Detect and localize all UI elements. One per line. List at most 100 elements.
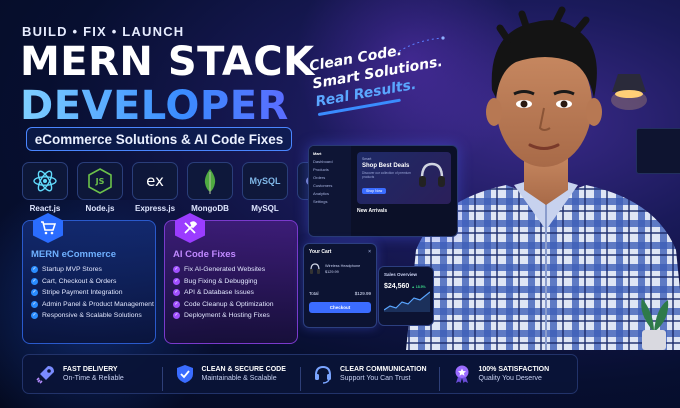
express-glyph: ex — [146, 172, 164, 190]
feature-subtitle: Quality You Deserve — [478, 375, 542, 382]
title-line-2: DEVELOPER — [20, 83, 289, 129]
title-line-1: MERN STACK — [20, 39, 315, 85]
feature-communication: CLEAR COMMUNICATION Support You Can Trust — [300, 363, 439, 391]
react-icon — [22, 162, 68, 200]
sidebar-item: Products — [313, 167, 329, 172]
checkout-button: Checkout — [309, 302, 371, 313]
mysql-icon: MySQL — [242, 162, 288, 200]
tech-label: Node.js — [85, 204, 115, 213]
desk-lamp-icon — [611, 74, 647, 110]
check-icon: ✓ — [31, 266, 38, 274]
list-item: ✓ API & Database Issues — [173, 289, 254, 297]
tech-express: ex Express.js — [132, 162, 178, 213]
tagline: BUILD • FIX • LAUNCH — [22, 24, 185, 39]
card-mern-ecommerce: MERN eCommerce ✓ Startup MVP Stores ✓ Cart… — [22, 213, 156, 344]
list-item: ✓ Fix AI-Generated Websites — [173, 266, 266, 274]
mysql-glyph: MySQL — [249, 176, 281, 186]
feature-subtitle: Maintainable & Scalable — [201, 375, 277, 382]
list-item: ✓ Stripe Payment Integration — [31, 289, 123, 297]
check-icon: ✓ — [173, 300, 180, 308]
feature-title: CLEAN & SECURE CODE — [201, 366, 286, 373]
list-item: ✓ Cart, Checkout & Orders — [31, 277, 117, 285]
cart-title: Your Cart — [309, 249, 332, 255]
list-item: ✓ Responsive & Scalable Solutions — [31, 312, 142, 320]
shop-dashboard-mockup: Mart Dashboard Products Orders Customers… — [308, 145, 458, 237]
feature-clean-code: CLEAN & SECURE CODE Maintainable & Scalab… — [161, 363, 301, 391]
sidebar-item: Orders — [313, 175, 326, 180]
subtitle-text: eCommerce Solutions & AI Code Fixes — [34, 131, 284, 147]
check-icon: ✓ — [173, 266, 180, 274]
cart-header: Your Cart × — [309, 249, 371, 255]
sidebar-item: Dashboard — [313, 159, 333, 164]
sales-overview-mockup: Sales Overview $24,560 ▲ 18.5% — [378, 266, 434, 326]
sales-value: $24,560 — [384, 283, 410, 290]
list-item: ✓ Bug Fixing & Debugging — [173, 277, 258, 285]
sales-change: ▲ 18.5% — [411, 285, 426, 289]
list-item: ✓ Deployment & Hosting Fixes — [173, 312, 270, 320]
cart-item-price: $129.99 — [325, 270, 339, 274]
cart-item-info: Wireless Headphone $129.99 — [325, 263, 360, 275]
mongodb-icon — [187, 162, 233, 200]
plant-icon — [641, 298, 669, 350]
feature-title: FAST DELIVERY — [63, 366, 118, 373]
subtitle-pill: eCommerce Solutions & AI Code Fixes — [26, 127, 292, 151]
card-title: MERN eCommerce — [31, 249, 116, 260]
headphones-icon — [419, 162, 445, 187]
check-icon: ✓ — [31, 277, 38, 285]
list-item: ✓ Startup MVP Stores — [31, 266, 102, 274]
promo-banner: Smart Shop Best Deals Discover our colle… — [357, 152, 451, 204]
svg-text:JS: JS — [95, 177, 105, 186]
feature-fast-delivery: FAST DELIVERY On-Time & Reliable — [23, 363, 162, 385]
sidebar-item: Settings — [313, 199, 328, 204]
background-monitor — [636, 128, 680, 174]
close-icon: × — [368, 249, 371, 255]
feature-subtitle: Support You Can Trust — [340, 375, 411, 382]
check-icon: ✓ — [31, 300, 38, 308]
card-feature-list: ✓ Startup MVP Stores ✓ Cart, Checkout & Or… — [31, 264, 154, 322]
check-icon: ✓ — [173, 312, 180, 320]
cart-mockup: Your Cart × Wireless Headphone $129.99 To… — [303, 243, 377, 328]
tech-node: JS Node.js — [77, 162, 123, 213]
check-icon: ✓ — [31, 312, 38, 320]
sidebar-item: Customers — [313, 183, 333, 188]
list-item: ✓ Code Cleanup & Optimization — [173, 300, 274, 308]
new-arrivals-heading: New Arrivals — [357, 208, 388, 214]
nodejs-icon: JS — [77, 162, 123, 200]
express-icon: ex — [132, 162, 178, 200]
sales-value-row: $24,560 ▲ 18.5% — [384, 283, 428, 290]
check-icon: ✓ — [31, 289, 38, 297]
list-item: ✓ Admin Panel & Product Management — [31, 300, 154, 308]
card-feature-list: ✓ Fix AI-Generated Websites ✓ Bug Fixing &… — [173, 264, 289, 322]
banner-canvas: BUILD • FIX • LAUNCH MERN STACK DEVELOPE… — [0, 0, 680, 408]
total-label: Total — [309, 291, 319, 296]
cart-total-row: Total $129.99 — [309, 291, 371, 296]
tech-label: React.js — [29, 204, 61, 213]
check-icon: ✓ — [173, 277, 180, 285]
tech-label: MySQL — [251, 204, 279, 213]
dashboard-sidebar: Mart Dashboard Products Orders Customers… — [309, 146, 351, 236]
feature-satisfaction: 100% SATISFACTION Quality You Deserve — [438, 363, 578, 391]
tech-mysql: MySQL MySQL — [242, 162, 288, 213]
feature-title: 100% SATISFACTION — [478, 366, 550, 373]
card-ai-code-fixes: AI Code Fixes ✓ Fix AI-Generated Websites… — [164, 213, 298, 344]
tech-label: MongoDB — [191, 204, 229, 213]
shield-check-icon — [174, 363, 196, 385]
sales-title: Sales Overview — [384, 272, 418, 277]
banner-text: Discover our collection of premium produ… — [362, 171, 411, 179]
tech-label: Express.js — [134, 204, 176, 213]
headset-icon — [312, 363, 334, 385]
sidebar-item: Analytics — [313, 191, 330, 196]
tech-react: React.js — [22, 162, 68, 213]
card-title: AI Code Fixes — [173, 249, 236, 260]
rocket-icon — [35, 363, 57, 385]
tech-mongodb: MongoDB — [187, 162, 233, 213]
shop-now-button: Shop Now — [362, 188, 387, 194]
sales-sparkline — [383, 291, 431, 312]
feature-subtitle: On-Time & Reliable — [63, 375, 124, 382]
dashboard-main: Smart Shop Best Deals Discover our colle… — [351, 146, 457, 236]
award-icon — [451, 363, 473, 385]
total-value: $129.99 — [354, 291, 371, 296]
cart-item: Wireless Headphone $129.99 — [309, 263, 371, 275]
feature-title: CLEAR COMMUNICATION — [340, 366, 427, 373]
sidebar-item: Mart — [313, 151, 322, 156]
